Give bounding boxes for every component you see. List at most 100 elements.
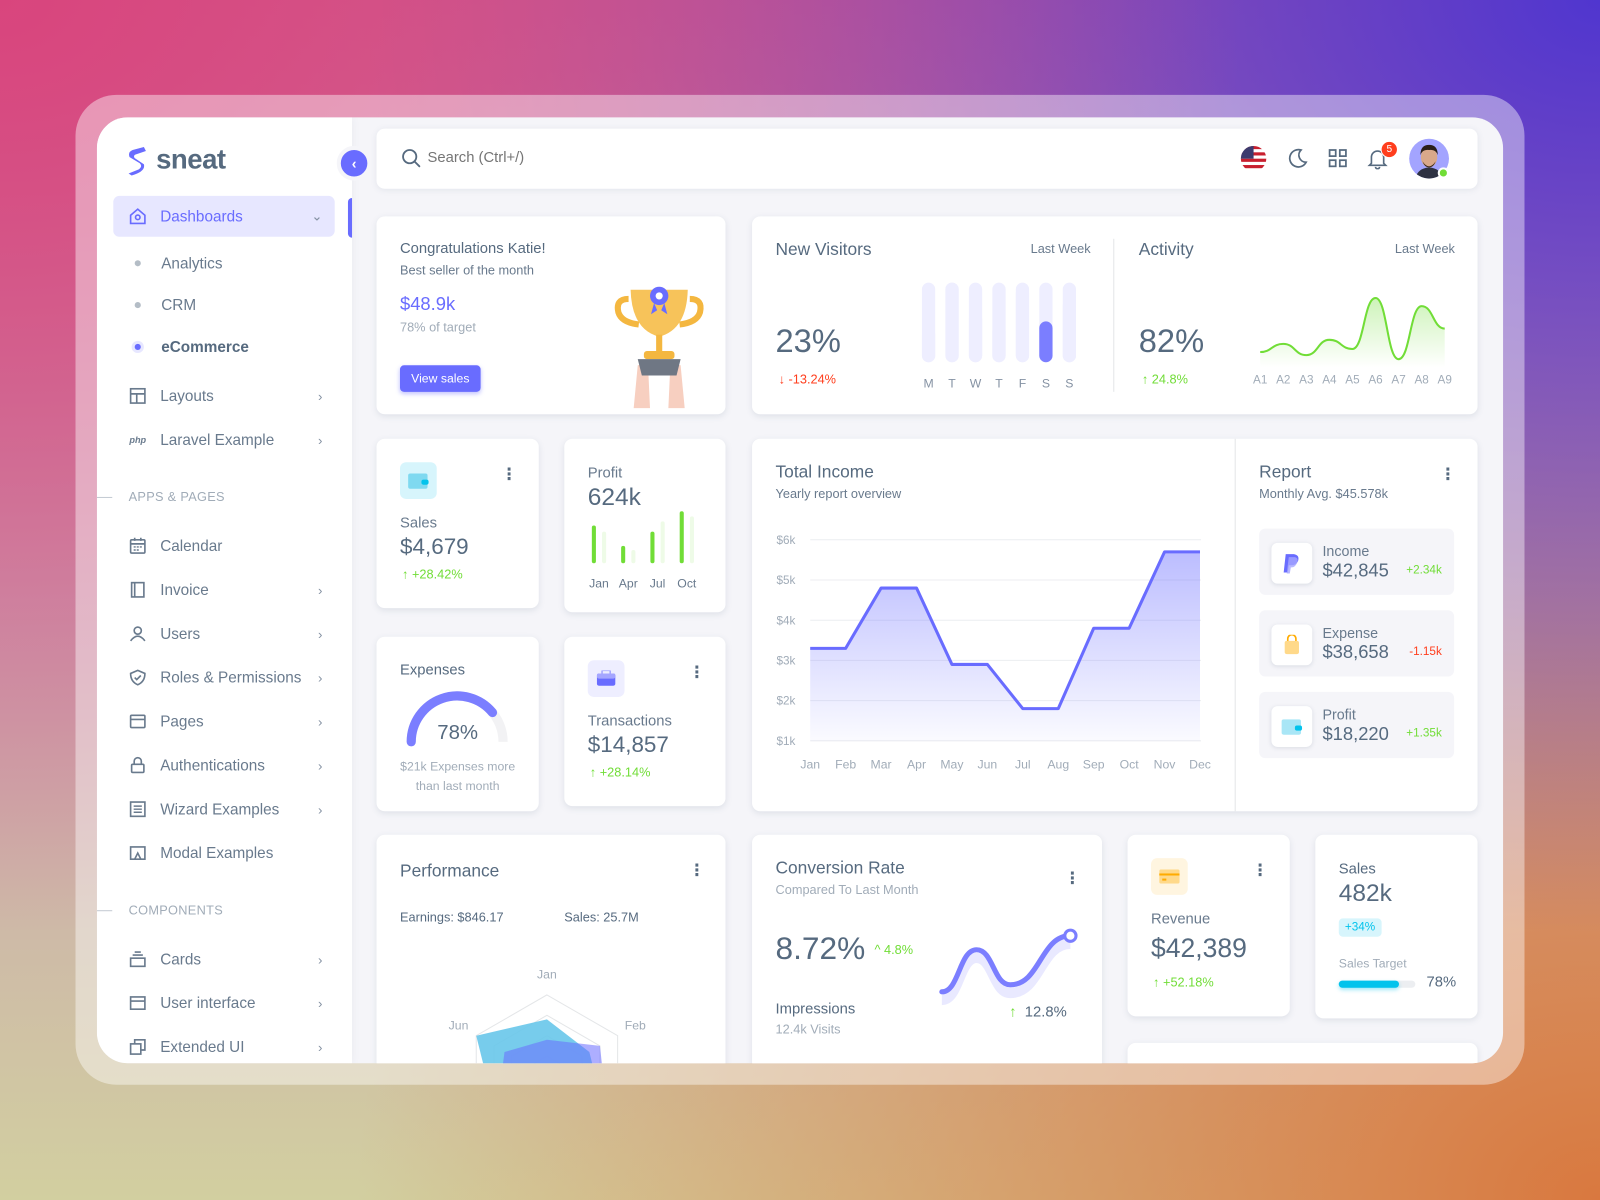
sidebar-item-pages[interactable]: Pages › (113, 701, 334, 742)
expenses-percent: 78% (437, 721, 479, 744)
sidebar-item-dashboards[interactable]: Dashboards ⌄ (113, 195, 335, 237)
sidebar-item-user-interface[interactable]: User interface › (113, 983, 334, 1024)
app-window: sneat Dashboards ⌄ Analytics CRM eCommerce La… (96, 117, 1504, 1064)
sales-target-progress (1338, 980, 1416, 988)
sidebar-item-crm[interactable]: CRM (113, 285, 334, 326)
layout-icon (129, 387, 147, 405)
axis-label: Jun (449, 1019, 469, 1033)
sidebar-item-cards[interactable]: Cards › (113, 939, 334, 980)
chevron-down-icon: ⌄ (311, 208, 323, 224)
bullet-icon (134, 260, 141, 267)
user-icon (129, 624, 147, 642)
view-sales-button[interactable]: View sales (399, 365, 481, 392)
ui-icon (129, 994, 147, 1012)
wizard-icon (129, 800, 147, 818)
more-options-icon[interactable]: ⋮ (689, 665, 705, 681)
sales-value: $4,679 (399, 533, 469, 560)
arrow-up-icon: ↑ (589, 765, 600, 780)
more-options-icon[interactable]: ⋮ (1440, 467, 1456, 483)
brand-logo[interactable]: sneat (126, 144, 226, 176)
axis-label: Jan (537, 968, 557, 982)
performance-card: Performance ⋮ Earnings: $846.17 Sales: 2… (376, 834, 726, 1064)
total-income-card: Total Income Yearly report overview $1k $… (752, 438, 1478, 812)
sidebar-item-label: Cards (160, 950, 202, 968)
navbar: 5 (376, 128, 1478, 189)
report-item-change: +2.34k (1406, 564, 1442, 577)
sales-change: ↑ +28.42% (402, 567, 463, 581)
home-icon (129, 207, 147, 225)
sidebar-item-label: Extended UI (160, 1038, 245, 1056)
bullet-icon (134, 343, 141, 350)
more-options-icon[interactable]: ⋮ (501, 467, 517, 483)
sidebar-item-users[interactable]: Users › (113, 613, 334, 654)
end-point (1063, 928, 1078, 943)
sidebar-item-label: Wizard Examples (160, 800, 280, 818)
x-tick-label: Dec (1189, 757, 1211, 771)
sidebar-item-authentications[interactable]: Authentications › (113, 745, 334, 786)
expenses-note: $21k Expenses more (400, 759, 516, 774)
transactions-label: Transactions (587, 713, 672, 730)
apps-grid-icon[interactable] (1328, 148, 1348, 168)
report-item-label: Income (1322, 542, 1370, 560)
sales-target-percent: 78% (1426, 974, 1457, 991)
sidebar-item-label: Pages (160, 712, 204, 731)
arrow-up-icon: ↑ (1153, 975, 1163, 990)
chevron-right-icon: › (318, 801, 323, 817)
shopping-bag-icon (1271, 624, 1313, 666)
transactions-change: ↑ +28.14% (590, 765, 651, 779)
income-subtitle: Yearly report overview (775, 486, 902, 502)
sidebar-item-wizard-examples[interactable]: Wizard Examples › (113, 789, 334, 830)
revenue-value: $42,389 (1151, 932, 1247, 964)
sidebar-item-label: Calendar (160, 537, 223, 555)
search-icon (402, 149, 421, 168)
sidebar-item-analytics[interactable]: Analytics (113, 243, 334, 284)
revenue-change: ↑ +52.18% (1153, 976, 1214, 990)
credit-card-icon (1151, 858, 1188, 895)
moon-icon[interactable] (1287, 147, 1309, 169)
x-tick-label: A6 (1368, 374, 1382, 387)
active-indicator (347, 197, 353, 238)
bar (631, 549, 636, 564)
sidebar-item-invoice[interactable]: Invoice › (113, 569, 334, 610)
axis-label: Feb (625, 1019, 646, 1033)
background: sneat Dashboards ⌄ Analytics CRM eCommerce La… (0, 0, 1600, 1200)
collapse-sidebar-button[interactable]: ‹ (336, 145, 372, 181)
transactions-value: $14,857 (587, 731, 669, 758)
sidebar-item-label: Users (160, 624, 201, 643)
y-tick-label: $5k (777, 574, 796, 587)
impressions-change-value: 12.8% (1024, 1004, 1067, 1021)
wallet-icon (1271, 706, 1313, 747)
activity-area-chart: A1 A2 A3 A4 A5 A6 A7 A8 A9 (1253, 296, 1452, 387)
sidebar-item-modal-examples[interactable]: Modal Examples (113, 833, 334, 874)
sales-label: Sales (399, 515, 438, 532)
paypal-icon (1271, 542, 1313, 584)
transactions-change-value: +28.14% (599, 765, 651, 780)
profit-card: Profit 624k Jan Apr Jul Oct (564, 438, 726, 613)
x-tick-label: Sep (1083, 757, 1105, 771)
impressions-change: ↑ 12.8% (1009, 1004, 1067, 1020)
x-tick-label: Jul (650, 577, 666, 591)
income-title: Total Income (775, 462, 874, 482)
sidebar-item-ecommerce[interactable]: eCommerce (113, 327, 334, 368)
impressions-label: Impressions (775, 1001, 856, 1018)
modal-icon (129, 844, 147, 862)
extended-icon (129, 1038, 147, 1056)
x-tick-label: A2 (1276, 374, 1290, 387)
bar (602, 531, 607, 564)
briefcase-icon (587, 660, 625, 697)
sidebar-item-roles-permissions[interactable]: Roles & Permissions › (113, 657, 334, 698)
sidebar-item-calendar[interactable]: Calendar (113, 526, 334, 567)
sales-target-card: Sales 482k +34% Sales Target 78% (1315, 834, 1478, 1019)
report-item-label: Expense (1322, 624, 1379, 641)
expenses-card: Expenses 78% $21k Expenses more than las… (376, 636, 539, 812)
sidebar-item-extended-ui[interactable]: Extended UI › (113, 1027, 334, 1064)
sidebar-item-laravel-example[interactable]: php Laravel Example › (113, 419, 334, 460)
php-icon: php (129, 434, 147, 445)
sidebar-item-layouts[interactable]: Layouts › (113, 376, 334, 417)
search-input[interactable] (427, 146, 836, 170)
revenue-label: Revenue (1151, 911, 1211, 928)
visitors-activity-card: New Visitors Last Week 23% ↓ -13.24% MTW… (752, 216, 1478, 415)
more-options-icon[interactable]: ⋮ (1252, 863, 1268, 879)
us-flag-icon[interactable] (1240, 145, 1268, 173)
y-tick-label: $1k (777, 735, 796, 748)
